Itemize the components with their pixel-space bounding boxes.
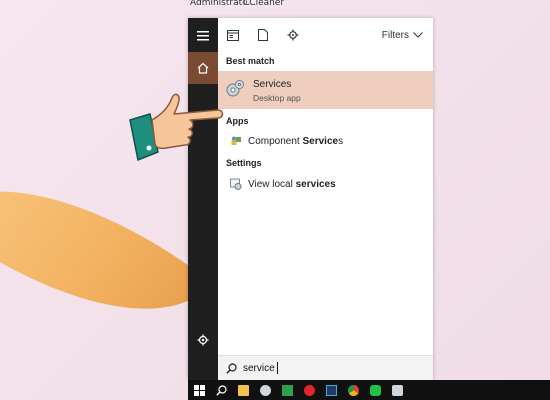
printer-icon[interactable] bbox=[386, 380, 408, 400]
search-box[interactable]: service bbox=[218, 355, 433, 380]
start-rail bbox=[188, 18, 218, 380]
result-label: Component Services bbox=[248, 135, 344, 147]
hamburger-menu-icon[interactable] bbox=[188, 20, 218, 52]
taskbar bbox=[188, 380, 550, 400]
start-search-panel: Filters Best match Services Desktop app … bbox=[188, 18, 433, 380]
setting-result-view-local-services[interactable]: View local services bbox=[218, 174, 433, 194]
taskbar-search-icon[interactable] bbox=[210, 380, 232, 400]
app-green-icon[interactable] bbox=[276, 380, 298, 400]
apps-filter-icon[interactable] bbox=[218, 18, 248, 52]
search-icon bbox=[226, 362, 237, 374]
windows-start-icon[interactable] bbox=[188, 380, 210, 400]
services-gears-icon bbox=[225, 79, 245, 104]
chrome-icon[interactable] bbox=[342, 380, 364, 400]
result-label: View local services bbox=[248, 178, 336, 190]
desktop-icon-label[interactable]: CCleaner bbox=[243, 0, 284, 8]
pointing-hand-illustration bbox=[128, 90, 228, 165]
settings-filter-icon[interactable] bbox=[278, 18, 308, 52]
section-settings: Settings bbox=[226, 158, 262, 168]
camera-icon[interactable] bbox=[254, 380, 276, 400]
line-icon[interactable] bbox=[364, 380, 386, 400]
section-apps: Apps bbox=[226, 116, 249, 126]
search-input[interactable]: service bbox=[243, 363, 275, 374]
app-result-component-services[interactable]: Component Services bbox=[218, 131, 433, 151]
services-settings-icon bbox=[224, 178, 248, 190]
home-icon[interactable] bbox=[188, 52, 218, 84]
filters-label: Filters bbox=[381, 29, 409, 41]
photoshop-icon[interactable] bbox=[320, 380, 342, 400]
settings-gear-icon[interactable] bbox=[188, 324, 218, 356]
best-match-title: Services bbox=[253, 79, 292, 90]
best-match-subtitle: Desktop app bbox=[253, 93, 301, 103]
best-match-services[interactable]: Services Desktop app bbox=[218, 71, 433, 109]
documents-filter-icon[interactable] bbox=[248, 18, 278, 52]
filters-dropdown[interactable]: Filters bbox=[382, 18, 423, 52]
section-best-match: Best match bbox=[226, 56, 275, 66]
file-explorer-icon[interactable] bbox=[232, 380, 254, 400]
opera-icon[interactable] bbox=[298, 380, 320, 400]
chevron-down-icon bbox=[413, 32, 423, 38]
text-caret bbox=[276, 362, 278, 374]
